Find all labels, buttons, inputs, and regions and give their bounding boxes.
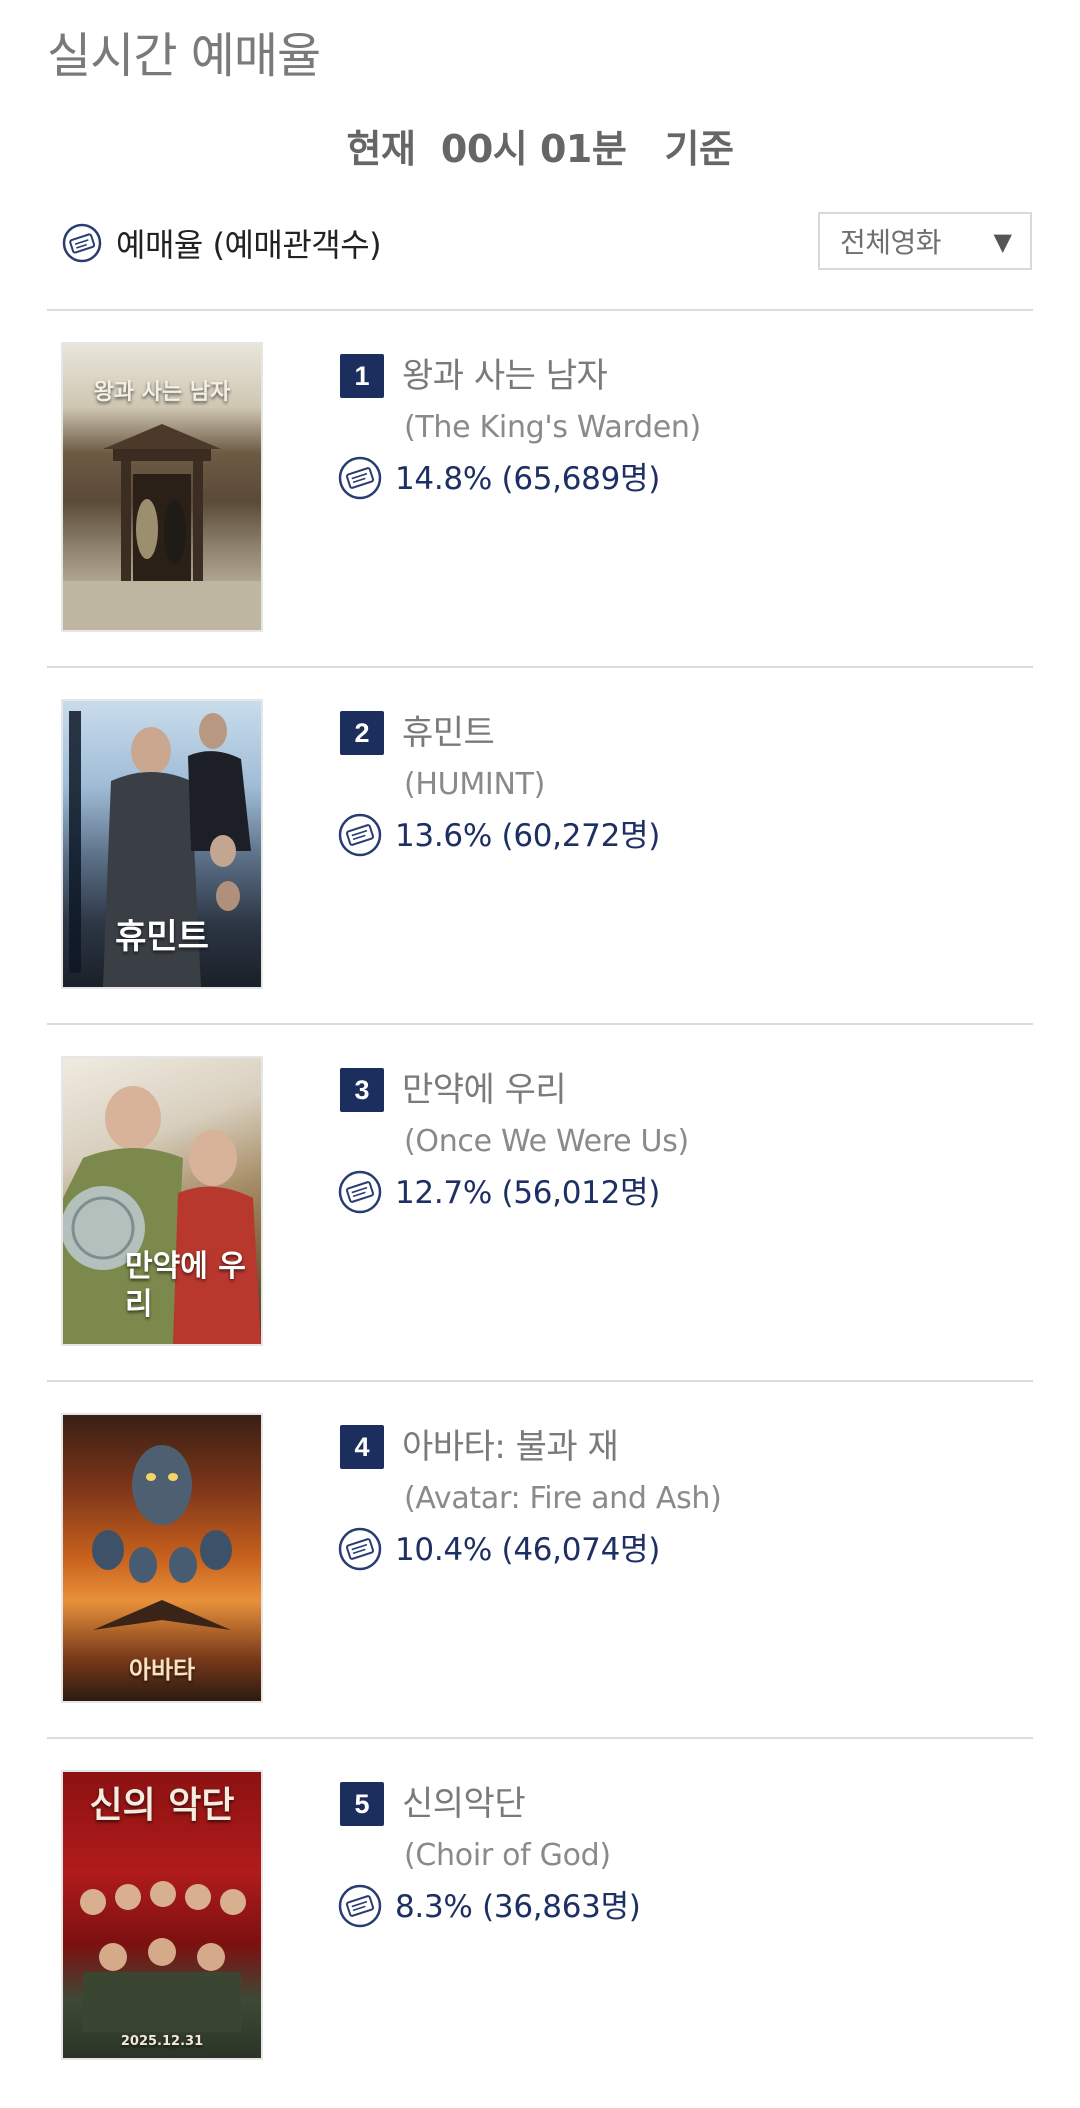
reference-time: 현재 00시 01분 기준	[346, 127, 734, 171]
movie-poster[interactable]: 왕과 사는 남자	[61, 342, 263, 632]
movie-row[interactable]: 아바타 4 아바타: 불과 재 (Avatar: Fire and Ash) 1…	[0, 1381, 1080, 1737]
rank-badge: 3	[340, 1068, 384, 1112]
poster-title: 신의 악단	[89, 1784, 235, 1826]
movie-row[interactable]: 휴민트 2 휴민트 (HUMINT) 13.6% (60,272명)	[0, 667, 1080, 1023]
movie-title[interactable]: 만약에 우리	[402, 1068, 567, 1112]
legend: 예매율 (예매관객수)	[62, 220, 382, 266]
ticket-icon	[338, 813, 382, 857]
movie-title[interactable]: 왕과 사는 남자	[402, 354, 608, 398]
booking-rate: 8.3% (36,863명)	[395, 1889, 641, 1925]
movie-title-english: (Once We Were Us)	[404, 1124, 689, 1159]
movie-row[interactable]: 신의 악단 2025.12.31 5 신의악단 (Choir of God) 8…	[0, 1738, 1080, 2094]
legend-label: 예매율 (예매관객수)	[116, 226, 382, 264]
movie-title[interactable]: 신의악단	[402, 1782, 526, 1826]
page-title: 실시간 예매율	[47, 28, 321, 84]
movie-title[interactable]: 휴민트	[402, 711, 495, 755]
booking-rate: 12.7% (56,012명)	[395, 1175, 661, 1211]
movie-row[interactable]: 왕과 사는 남자 1 왕과 사는 남자 (The King's Warden) …	[0, 310, 1080, 666]
movie-poster[interactable]: 신의 악단 2025.12.31	[61, 1770, 263, 2060]
movie-title-english: (The King's Warden)	[404, 410, 701, 445]
poster-title: 왕과 사는 남자	[93, 379, 231, 405]
movie-title[interactable]: 아바타: 불과 재	[402, 1425, 619, 1469]
dropdown-selected-value: 전체영화	[840, 226, 942, 259]
triangle-down-icon: ▼	[993, 228, 1012, 256]
booking-rate: 10.4% (46,074명)	[395, 1532, 661, 1568]
rank-badge: 4	[340, 1425, 384, 1469]
rank-badge: 5	[340, 1782, 384, 1826]
movie-title-english: (HUMINT)	[404, 767, 546, 802]
ticket-icon	[338, 1170, 382, 1214]
ticket-icon	[338, 1527, 382, 1571]
rank-badge: 2	[340, 711, 384, 755]
movie-filter-dropdown[interactable]: 전체영화 ▼	[818, 212, 1032, 270]
booking-rate: 13.6% (60,272명)	[395, 818, 661, 854]
movie-row[interactable]: 만약에 우리 3 만약에 우리 (Once We Were Us) 12.7% …	[0, 1024, 1080, 1380]
rank-badge: 1	[340, 354, 384, 398]
movie-title-english: (Avatar: Fire and Ash)	[404, 1481, 722, 1516]
movie-poster[interactable]: 만약에 우리	[61, 1056, 263, 1346]
poster-title: 아바타	[128, 1655, 196, 1684]
movie-title-english: (Choir of God)	[404, 1838, 611, 1873]
ticket-icon	[62, 223, 102, 263]
poster-title: 만약에 우리	[125, 1249, 246, 1322]
booking-rate: 14.8% (65,689명)	[395, 461, 661, 497]
poster-release-date: 2025.12.31	[120, 2034, 204, 2049]
ticket-icon	[338, 456, 382, 500]
movie-poster[interactable]: 아바타	[61, 1413, 263, 1703]
ticket-icon	[338, 1884, 382, 1928]
poster-title: 휴민트	[115, 917, 209, 957]
movie-poster[interactable]: 휴민트	[61, 699, 263, 989]
